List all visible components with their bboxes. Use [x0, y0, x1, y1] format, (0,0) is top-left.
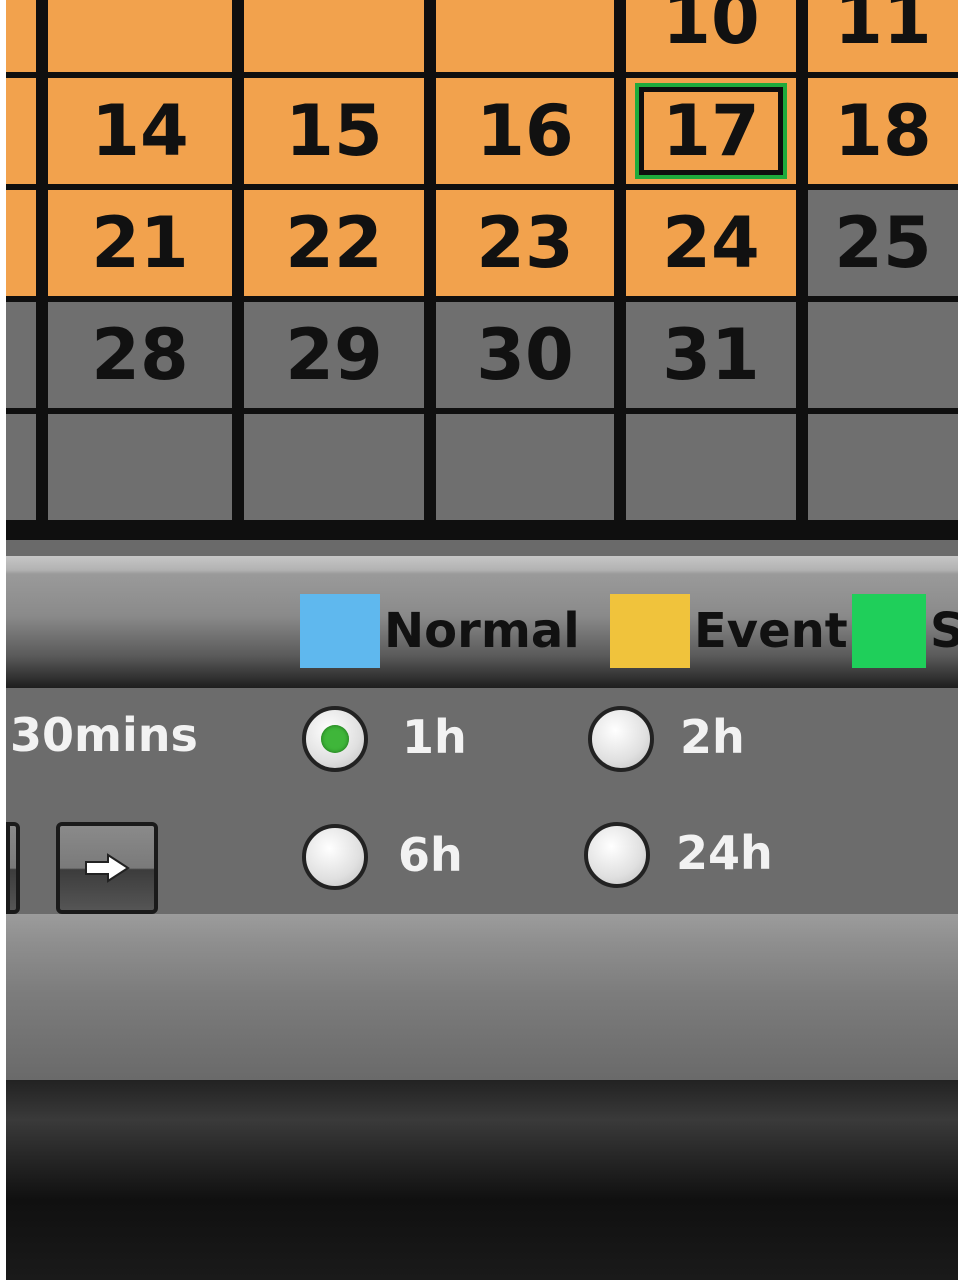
duration-radio-2h[interactable]	[588, 706, 654, 772]
calendar-day[interactable]: 10	[626, 0, 796, 72]
right-arrow-icon	[85, 853, 130, 883]
calendar-day[interactable]: 28	[48, 302, 232, 408]
calendar-day	[436, 414, 614, 520]
selected-dot-icon	[321, 725, 349, 753]
calendar-day[interactable]	[244, 0, 424, 72]
duration-radio-24h[interactable]	[584, 822, 650, 888]
duration-radio-1h[interactable]	[302, 706, 368, 772]
legend-item-event: Event	[610, 594, 848, 668]
duration-option-label[interactable]: 2h	[680, 710, 745, 764]
duration-option-label[interactable]: 24h	[676, 826, 773, 880]
legend-swatch-normal	[300, 594, 380, 668]
calendar-day	[244, 414, 424, 520]
legend-bar: Normal Event S	[6, 556, 958, 688]
calendar-day[interactable]: 23	[436, 190, 614, 296]
calendar-day[interactable]: 25	[808, 190, 958, 296]
calendar-day[interactable]: 14	[48, 78, 232, 184]
legend-swatch-s	[852, 594, 926, 668]
calendar-day	[6, 414, 36, 520]
legend-label: S	[930, 603, 958, 659]
previous-button[interactable]	[6, 822, 20, 914]
calendar-day[interactable]: 15	[244, 78, 424, 184]
panel-footer	[6, 914, 958, 1080]
calendar-day[interactable]	[6, 302, 36, 408]
calendar-day[interactable]	[808, 302, 958, 408]
legend-item-s: S	[852, 594, 958, 668]
calendar-day[interactable]: 21	[48, 190, 232, 296]
calendar-week-row: 14 15 16 17 18	[6, 72, 958, 184]
calendar-grid: 10 11 14 15 16 17 18 21 22 23 24 25 28 2…	[6, 0, 958, 540]
calendar-day[interactable]: 18	[808, 78, 958, 184]
calendar-week-row	[6, 408, 958, 520]
calendar-day[interactable]: 30	[436, 302, 614, 408]
duration-radio-6h[interactable]	[302, 824, 368, 890]
calendar-day[interactable]: 22	[244, 190, 424, 296]
calendar-day[interactable]	[48, 0, 232, 72]
legend-item-normal: Normal	[300, 594, 580, 668]
duration-option-label[interactable]: 6h	[398, 828, 463, 882]
calendar-day[interactable]	[436, 0, 614, 72]
today-day-number: 17	[635, 83, 787, 179]
calendar-day[interactable]	[6, 78, 36, 184]
calendar-day[interactable]: 24	[626, 190, 796, 296]
monitor-bezel	[6, 1080, 958, 1280]
calendar-day	[808, 414, 958, 520]
calendar-day[interactable]: 16	[436, 78, 614, 184]
legend-swatch-event	[610, 594, 690, 668]
legend-label: Normal	[384, 603, 580, 659]
calendar-day	[48, 414, 232, 520]
calendar-day[interactable]: 11	[808, 0, 958, 72]
duration-option-label[interactable]: 1h	[402, 710, 467, 764]
playback-duration-panel: 30mins 1h 2h 6h 24h	[6, 688, 958, 914]
calendar-day[interactable]: 29	[244, 302, 424, 408]
calendar-day[interactable]	[6, 0, 36, 72]
legend-label: Event	[694, 603, 848, 659]
next-button[interactable]	[56, 822, 158, 914]
calendar-day	[626, 414, 796, 520]
calendar-week-row: 10 11	[6, 0, 958, 72]
duration-option-30mins-label[interactable]: 30mins	[10, 708, 198, 762]
calendar-day-today[interactable]: 17	[626, 78, 796, 184]
calendar-day[interactable]: 31	[626, 302, 796, 408]
calendar-week-row: 28 29 30 31	[6, 296, 958, 408]
calendar-week-row: 21 22 23 24 25	[6, 184, 958, 296]
calendar-day[interactable]	[6, 190, 36, 296]
